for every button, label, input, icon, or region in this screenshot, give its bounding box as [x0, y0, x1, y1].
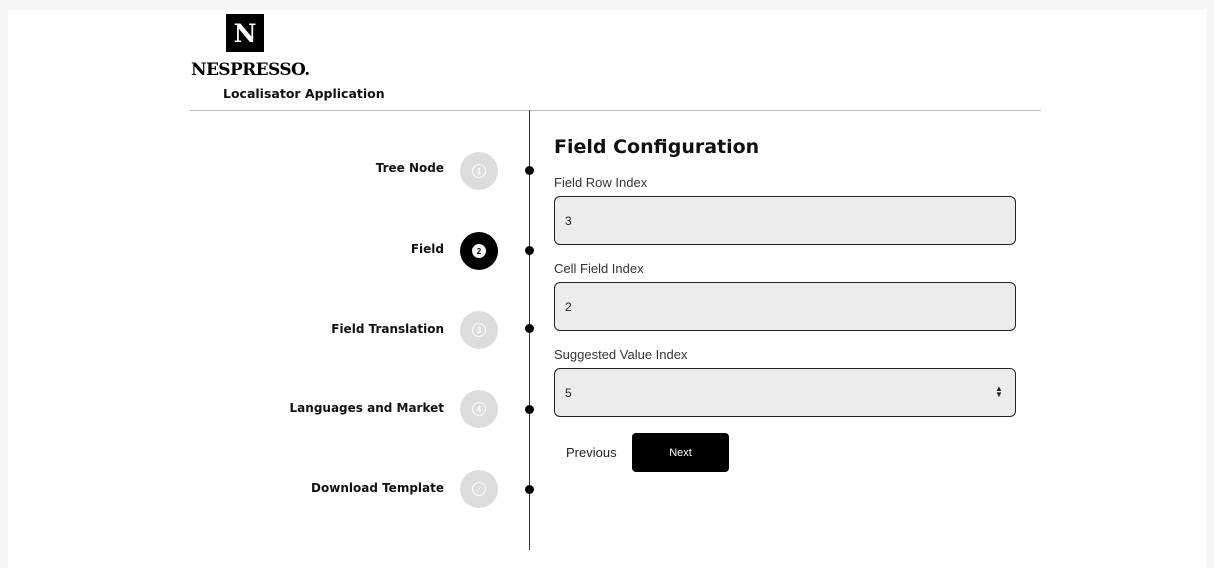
step-label-tree-node[interactable]: Tree Node [204, 161, 444, 175]
step-circle-1[interactable]: 1 [460, 152, 498, 190]
step-label-languages-and-market[interactable]: Languages and Market [204, 401, 444, 415]
form-title: Field Configuration [554, 136, 760, 158]
cell-field-index-label: Cell Field Index [554, 261, 644, 276]
cell-field-index-input[interactable] [554, 282, 1016, 331]
step-circle-2[interactable]: 2 [460, 232, 498, 270]
next-button[interactable]: Next [632, 433, 729, 472]
stepper-dot-2 [525, 246, 534, 255]
stepper-dot-1 [525, 166, 534, 175]
step-label-download-template[interactable]: Download Template [204, 481, 444, 495]
suggested-value-index-input[interactable] [554, 368, 1016, 417]
nespresso-logo-icon: N [226, 14, 264, 52]
header-divider [190, 110, 1041, 111]
step-circle-5[interactable]: ✓ [460, 470, 498, 508]
step-circle-4[interactable]: 4 [460, 390, 498, 428]
brand-name: NESPRESSO. [191, 60, 310, 80]
step-label-field[interactable]: Field [204, 242, 444, 256]
field-row-index-label: Field Row Index [554, 175, 648, 190]
suggested-value-index-label: Suggested Value Index [554, 347, 688, 362]
stepper-dot-3 [525, 324, 534, 333]
check-icon: ✓ [472, 482, 486, 496]
stepper-dot-5 [525, 485, 534, 494]
step-label-field-translation[interactable]: Field Translation [204, 322, 444, 336]
stepper-dot-4 [525, 405, 534, 414]
field-row-index-input[interactable] [554, 196, 1016, 245]
app-title: Localisator Application [223, 86, 385, 101]
step-circle-3[interactable]: 3 [460, 311, 498, 349]
previous-button[interactable]: Previous [562, 436, 621, 468]
number-spinner-icon[interactable]: ▲ ▼ [995, 385, 1003, 399]
